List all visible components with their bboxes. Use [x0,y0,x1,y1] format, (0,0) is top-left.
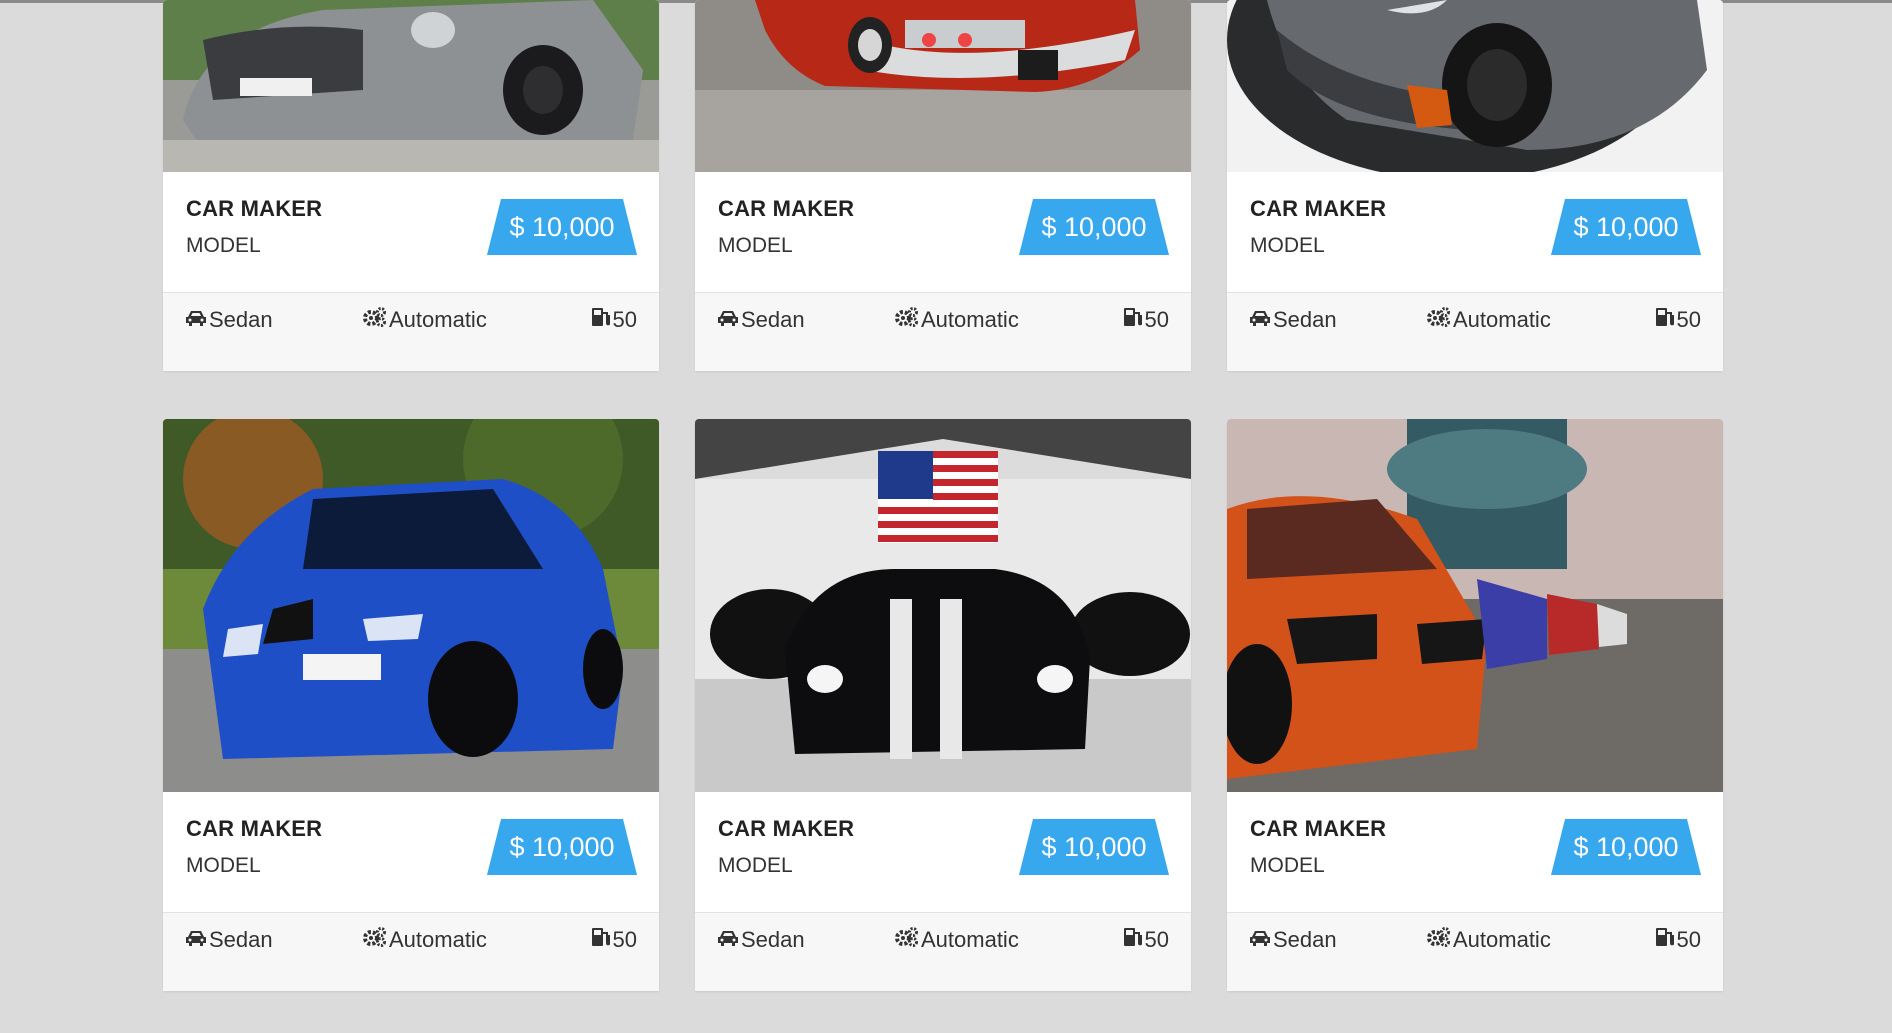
spec-body-type: Sedan [1249,307,1337,333]
gas-pump-icon [1123,927,1143,953]
gears-icon [1427,927,1451,953]
card-info: CAR MAKER MODEL $ 10,000 [163,792,659,912]
card-info: CAR MAKER MODEL $ 10,000 [695,172,1191,292]
car-model: MODEL [186,234,261,257]
spec-fuel-label: 50 [1144,927,1169,952]
car-photo[interactable] [695,419,1191,792]
spec-body-label: Sedan [209,927,273,952]
car-icon [717,307,739,333]
card-info: CAR MAKER MODEL $ 10,000 [695,792,1191,912]
car-card[interactable]: CAR MAKER MODEL $ 10,000 Sedan Automatic… [163,0,659,371]
spec-transmission: Automatic [895,927,1019,953]
spec-transmission-label: Automatic [389,927,487,952]
spec-transmission-label: Automatic [1453,307,1551,332]
car-photo[interactable] [695,0,1191,172]
spec-body-type: Sedan [717,307,805,333]
gas-pump-icon [591,927,611,953]
price-tag: $ 10,000 [1019,199,1169,255]
gears-icon [895,927,919,953]
spec-body-type: Sedan [185,927,273,953]
car-card[interactable]: CAR MAKER MODEL $ 10,000 Sedan Automatic… [695,0,1191,371]
card-specs: Sedan Automatic 50 [1227,912,1723,991]
spec-fuel-label: 50 [1676,927,1701,952]
car-maker: CAR MAKER [1250,196,1387,221]
spec-body-type: Sedan [717,927,805,953]
spec-fuel: 50 [1655,927,1701,953]
spec-transmission-label: Automatic [1453,927,1551,952]
spec-fuel-label: 50 [1676,307,1701,332]
price-tag: $ 10,000 [1551,199,1701,255]
gas-pump-icon [1123,307,1143,333]
car-photo[interactable] [1227,0,1723,172]
price-tag: $ 10,000 [487,199,637,255]
car-card[interactable]: CAR MAKER MODEL $ 10,000 Sedan Automatic… [695,419,1191,991]
spec-fuel: 50 [1655,307,1701,333]
spec-transmission-label: Automatic [921,927,1019,952]
car-card[interactable]: CAR MAKER MODEL $ 10,000 Sedan Automatic… [1227,0,1723,371]
spec-body-label: Sedan [1273,307,1337,332]
car-model: MODEL [718,854,793,877]
price-tag: $ 10,000 [487,819,637,875]
car-icon [1249,927,1271,953]
car-model: MODEL [186,854,261,877]
car-icon [717,927,739,953]
card-specs: Sedan Automatic 50 [163,912,659,991]
price-tag: $ 10,000 [1551,819,1701,875]
spec-transmission: Automatic [895,307,1019,333]
gas-pump-icon [591,307,611,333]
spec-fuel-label: 50 [612,927,637,952]
spec-transmission: Automatic [1427,927,1551,953]
spec-fuel-label: 50 [1144,307,1169,332]
card-specs: Sedan Automatic 50 [163,292,659,371]
spec-transmission: Automatic [1427,307,1551,333]
spec-body-label: Sedan [1273,927,1337,952]
car-icon [185,927,207,953]
car-icon [1249,307,1271,333]
spec-transmission: Automatic [363,927,487,953]
car-maker: CAR MAKER [718,816,855,841]
spec-fuel-label: 50 [612,307,637,332]
gears-icon [363,927,387,953]
spec-fuel: 50 [1123,927,1169,953]
spec-transmission-label: Automatic [389,307,487,332]
car-icon [185,307,207,333]
car-card[interactable]: CAR MAKER MODEL $ 10,000 Sedan Automatic… [1227,419,1723,991]
car-model: MODEL [718,234,793,257]
spec-body-type: Sedan [1249,927,1337,953]
gears-icon [1427,307,1451,333]
car-model: MODEL [1250,234,1325,257]
car-photo[interactable] [163,419,659,792]
spec-body-label: Sedan [209,307,273,332]
card-info: CAR MAKER MODEL $ 10,000 [1227,172,1723,292]
car-photo[interactable] [163,0,659,172]
gas-pump-icon [1655,307,1675,333]
card-info: CAR MAKER MODEL $ 10,000 [163,172,659,292]
spec-transmission-label: Automatic [921,307,1019,332]
gears-icon [895,307,919,333]
car-photo[interactable] [1227,419,1723,792]
car-card[interactable]: CAR MAKER MODEL $ 10,000 Sedan Automatic… [163,419,659,991]
car-maker: CAR MAKER [186,196,323,221]
spec-body-label: Sedan [741,927,805,952]
spec-fuel: 50 [591,927,637,953]
card-info: CAR MAKER MODEL $ 10,000 [1227,792,1723,912]
card-specs: Sedan Automatic 50 [695,912,1191,991]
gears-icon [363,307,387,333]
spec-body-label: Sedan [741,307,805,332]
car-maker: CAR MAKER [718,196,855,221]
card-specs: Sedan Automatic 50 [695,292,1191,371]
card-specs: Sedan Automatic 50 [1227,292,1723,371]
car-model: MODEL [1250,854,1325,877]
car-maker: CAR MAKER [1250,816,1387,841]
gas-pump-icon [1655,927,1675,953]
spec-fuel: 50 [1123,307,1169,333]
car-maker: CAR MAKER [186,816,323,841]
spec-fuel: 50 [591,307,637,333]
spec-body-type: Sedan [185,307,273,333]
spec-transmission: Automatic [363,307,487,333]
price-tag: $ 10,000 [1019,819,1169,875]
